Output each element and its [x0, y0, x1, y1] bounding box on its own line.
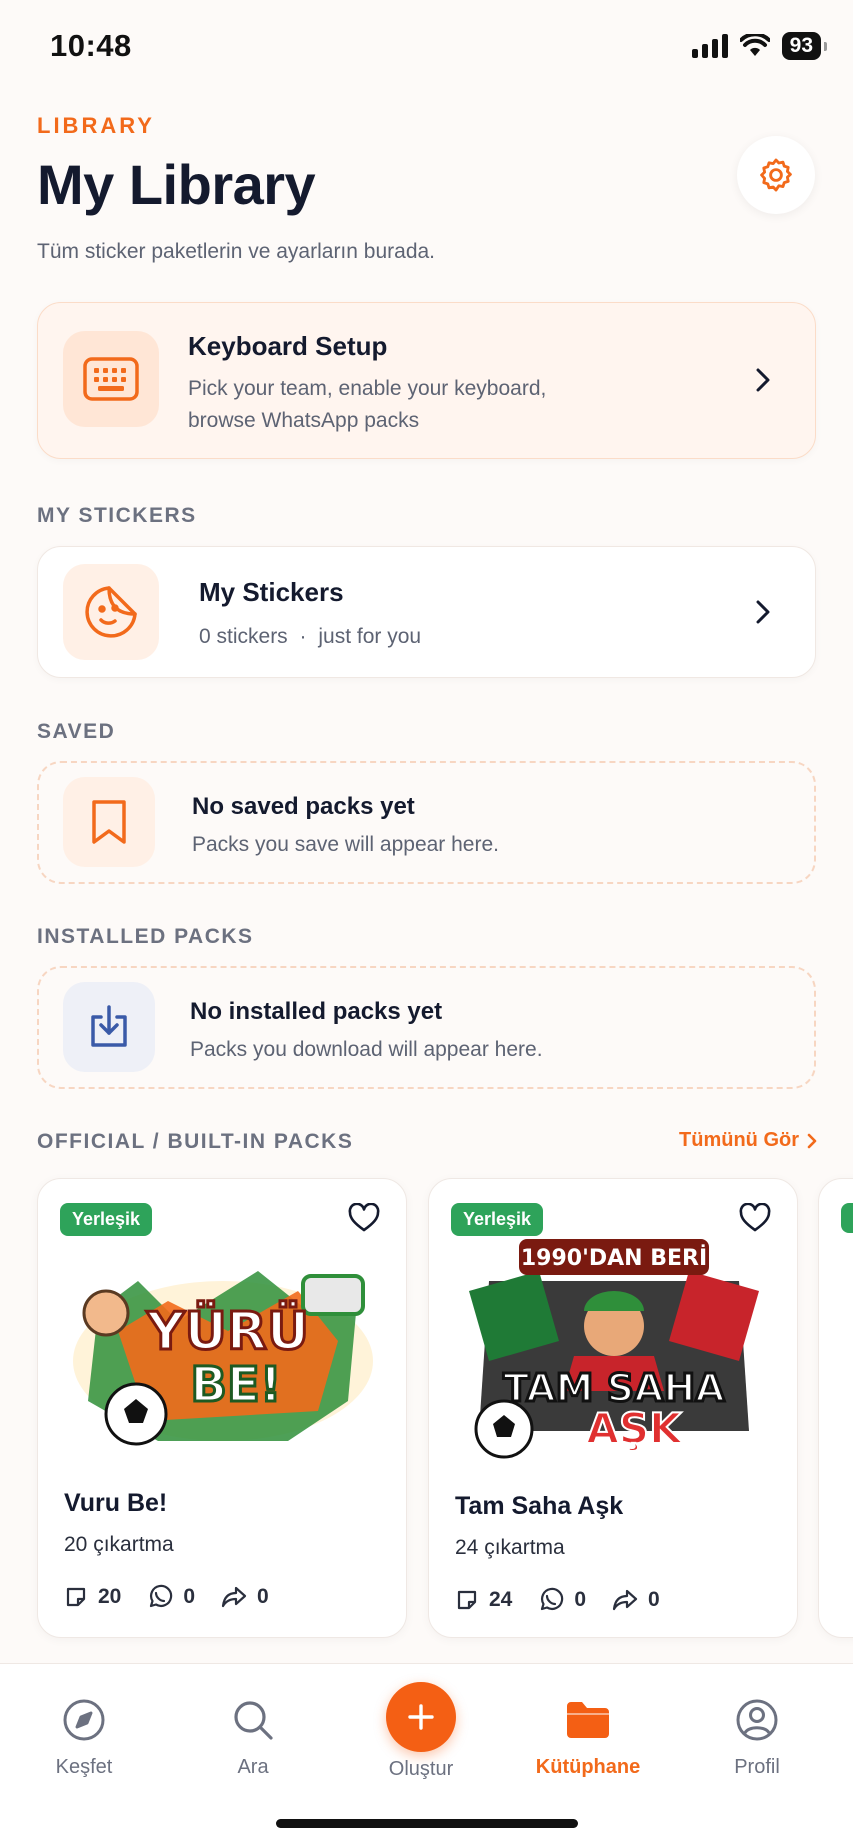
create-button[interactable]	[386, 1682, 456, 1752]
saved-empty-desc: Packs you save will appear here.	[192, 833, 499, 856]
chevron-right-icon	[807, 1133, 817, 1148]
download-icon-box	[63, 982, 155, 1072]
keyboard-icon	[83, 357, 139, 401]
status-icons: 93	[691, 32, 828, 60]
pack-stats: 20 0 0	[64, 1584, 269, 1610]
section-label-saved: SAVED	[37, 720, 116, 743]
built-in-badge: Yerleşik	[60, 1203, 153, 1236]
see-all-label: Tümünü Gör	[679, 1129, 799, 1151]
stat-stickers: 20	[64, 1585, 121, 1609]
bottom-tab-bar: Keşfet Ara Oluştur Kütüphane Profil	[0, 1663, 853, 1844]
my-stickers-card[interactable]: My Stickers 0 stickers · just for you	[37, 546, 816, 678]
installed-empty-title: No installed packs yet	[190, 998, 443, 1025]
share-arrow-icon	[221, 1586, 247, 1608]
my-stickers-title: My Stickers	[199, 577, 344, 607]
bookmark-icon	[92, 800, 126, 844]
chevron-right-icon	[756, 368, 770, 392]
tab-explore-label: Keşfet	[55, 1756, 113, 1778]
sticker-count-icon	[457, 1590, 477, 1610]
pack-art-text-line2: BE!	[190, 1357, 281, 1413]
meta-separator: ·	[299, 625, 307, 648]
keyboard-setup-desc-line2: browse WhatsApp packs	[188, 409, 420, 432]
keyboard-setup-desc-line1: Pick your team, enable your keyboard,	[188, 377, 547, 400]
pack-count: 24 çıkartma	[455, 1536, 565, 1559]
tab-search-label: Ara	[237, 1756, 269, 1778]
settings-button[interactable]	[737, 136, 815, 214]
saved-empty-title: No saved packs yet	[192, 793, 415, 820]
pack-art-top-text: 1990'DAN BERİ	[521, 1245, 707, 1271]
battery-indicator: 93	[781, 32, 828, 60]
sticker-count-icon	[66, 1587, 86, 1607]
stat-shares: 0	[221, 1585, 269, 1609]
section-label-my-stickers: MY STICKERS	[37, 504, 197, 527]
section-label-installed: INSTALLED PACKS	[37, 925, 254, 948]
tab-create[interactable]: Oluştur	[361, 1682, 481, 1781]
pack-stats: 24 0 0	[455, 1587, 660, 1613]
status-time: 10:48	[50, 28, 132, 63]
keyboard-icon-box	[63, 331, 159, 427]
my-stickers-tagline: just for you	[318, 625, 422, 648]
see-all-link[interactable]: Tümünü Gör	[679, 1129, 817, 1152]
saved-empty-card: No saved packs yet Packs you save will a…	[37, 761, 816, 884]
tab-library-label: Kütüphane	[535, 1756, 641, 1778]
sticker-icon-box	[63, 564, 159, 660]
whatsapp-icon	[150, 1584, 173, 1608]
stat-whatsapp-value: 0	[183, 1585, 196, 1608]
home-indicator	[276, 1819, 578, 1828]
profile-icon	[736, 1699, 778, 1741]
tab-search[interactable]: Ara	[193, 1694, 313, 1779]
wifi-icon	[739, 34, 770, 56]
stat-whatsapp-value: 0	[574, 1588, 587, 1611]
page-title: My Library	[37, 153, 316, 216]
pack-name: Vuru Be!	[64, 1489, 168, 1517]
my-stickers-meta: 0 stickers · just for you	[199, 621, 421, 653]
pack-art-tam-saha-ask: 1990'DAN BERİ TAM SAHA AŞK	[469, 1239, 759, 1459]
stat-stickers-value: 20	[98, 1585, 122, 1608]
section-label-official: OFFICIAL / BUILT-IN PACKS	[37, 1130, 354, 1153]
heart-icon[interactable]	[348, 1203, 380, 1233]
gear-icon	[760, 158, 792, 192]
stat-shares: 0	[612, 1588, 660, 1612]
compass-icon	[63, 1699, 105, 1741]
tab-profile-label: Profil	[734, 1756, 780, 1778]
share-arrow-icon	[612, 1589, 638, 1611]
pack-art-text-line1: YÜRÜ	[146, 1300, 309, 1362]
stat-whatsapp: 0	[147, 1584, 195, 1610]
heart-icon[interactable]	[739, 1203, 771, 1233]
keyboard-setup-card[interactable]: Keyboard Setup Pick your team, enable yo…	[37, 302, 816, 459]
installed-empty-desc: Packs you download will appear here.	[190, 1038, 543, 1061]
tab-explore[interactable]: Keşfet	[24, 1694, 144, 1779]
status-bar: 10:48 93	[0, 0, 853, 96]
pack-count: 20 çıkartma	[64, 1533, 174, 1556]
download-tray-icon	[91, 1005, 127, 1047]
stat-shares-value: 0	[648, 1588, 660, 1611]
tab-create-label: Oluştur	[388, 1758, 454, 1780]
page-eyebrow: LIBRARY	[37, 113, 155, 138]
cellular-signal-icon	[691, 34, 728, 58]
page-subtitle: Tüm sticker paketlerin ve ayarların bura…	[37, 240, 436, 263]
pack-art-text-line2: AŞK	[586, 1404, 683, 1453]
whatsapp-icon	[541, 1587, 564, 1611]
pack-art-vuru-be: YÜRÜ BE!	[73, 1271, 373, 1446]
stat-shares-value: 0	[257, 1585, 269, 1608]
pack-card-partial[interactable]	[818, 1178, 853, 1638]
my-stickers-count: 0 stickers	[199, 625, 288, 648]
pack-card-vuru-be[interactable]: Yerleşik YÜRÜ BE! Vuru Be! 20 çıkartma 2…	[37, 1178, 407, 1638]
plus-icon	[408, 1704, 434, 1730]
built-in-badge-partial	[841, 1203, 853, 1233]
pack-name: Tam Saha Aşk	[455, 1492, 624, 1520]
folder-icon	[567, 1702, 609, 1738]
tab-profile[interactable]: Profil	[697, 1694, 817, 1779]
pack-card-tam-saha-ask[interactable]: Yerleşik 1990'DAN BERİ TAM SAHA AŞK Tam …	[428, 1178, 798, 1638]
sticker-face-icon	[85, 586, 137, 638]
tab-library[interactable]: Kütüphane	[528, 1694, 648, 1779]
stat-stickers: 24	[455, 1588, 512, 1612]
chevron-right-icon	[756, 600, 770, 624]
installed-empty-card: No installed packs yet Packs you downloa…	[37, 966, 816, 1089]
stat-stickers-value: 24	[489, 1588, 513, 1611]
stat-whatsapp: 0	[538, 1587, 586, 1613]
keyboard-setup-title: Keyboard Setup	[188, 331, 388, 361]
search-icon	[234, 1701, 273, 1740]
bookmark-icon-box	[63, 777, 155, 867]
